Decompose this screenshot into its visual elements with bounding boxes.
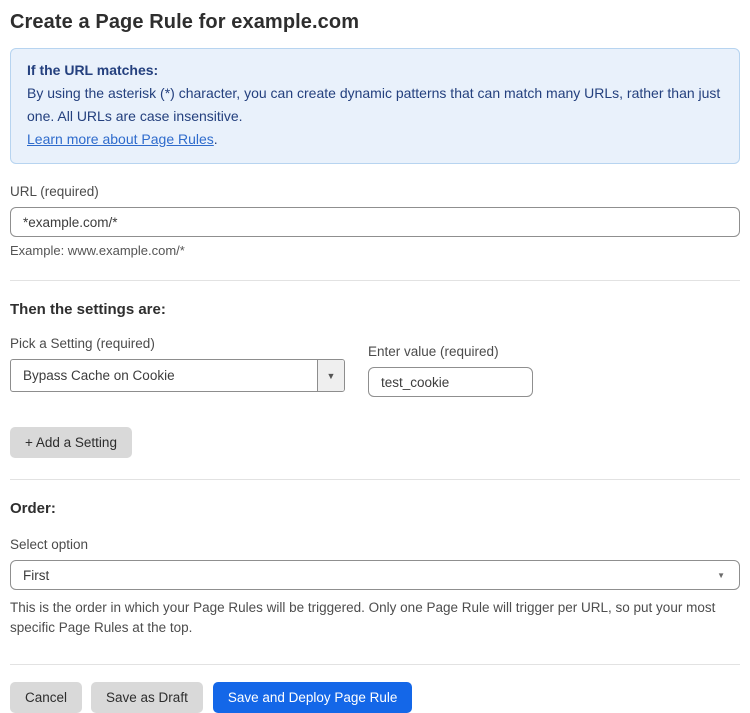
learn-more-link[interactable]: Learn more about Page Rules <box>27 131 214 147</box>
info-box-heading: If the URL matches: <box>27 59 723 82</box>
page-title: Create a Page Rule for example.com <box>10 0 740 34</box>
url-input[interactable] <box>10 207 740 237</box>
save-draft-button[interactable]: Save as Draft <box>91 682 203 713</box>
setting-select[interactable]: Bypass Cache on Cookie ▼ <box>10 359 345 392</box>
setting-select-label: Pick a Setting (required) <box>10 336 345 351</box>
chevron-down-icon[interactable]: ▼ <box>317 360 344 391</box>
create-page-rule-form: Create a Page Rule for example.com If th… <box>0 0 750 713</box>
order-select[interactable]: First ▼ <box>10 560 740 590</box>
order-select-label: Select option <box>10 537 740 552</box>
add-setting-button[interactable]: + Add a Setting <box>10 427 132 458</box>
setting-select-value: Bypass Cache on Cookie <box>11 360 317 391</box>
order-section-heading: Order: <box>10 480 740 517</box>
setting-value-label: Enter value (required) <box>368 344 533 359</box>
order-helper-text: This is the order in which your Page Rul… <box>10 598 730 638</box>
info-box-body: By using the asterisk (*) character, you… <box>27 82 723 128</box>
setting-value-input[interactable] <box>368 367 533 397</box>
settings-section-heading: Then the settings are: <box>10 281 740 318</box>
form-actions: Cancel Save as Draft Save and Deploy Pag… <box>10 682 740 713</box>
info-box-link-line: Learn more about Page Rules. <box>27 128 723 151</box>
url-example-helper: Example: www.example.com/* <box>10 243 740 258</box>
cancel-button[interactable]: Cancel <box>10 682 82 713</box>
add-setting-wrap: + Add a Setting <box>10 427 740 458</box>
order-select-value: First <box>23 568 717 583</box>
setting-value-column: Enter value (required) <box>368 318 533 397</box>
settings-row: Pick a Setting (required) Bypass Cache o… <box>10 318 740 397</box>
setting-select-column: Pick a Setting (required) Bypass Cache o… <box>10 318 345 392</box>
save-deploy-button[interactable]: Save and Deploy Page Rule <box>213 682 413 713</box>
divider <box>10 664 740 665</box>
chevron-down-icon: ▼ <box>717 571 727 580</box>
url-match-info-box: If the URL matches: By using the asteris… <box>10 48 740 164</box>
url-field-label: URL (required) <box>10 184 740 199</box>
link-suffix: . <box>214 131 218 147</box>
